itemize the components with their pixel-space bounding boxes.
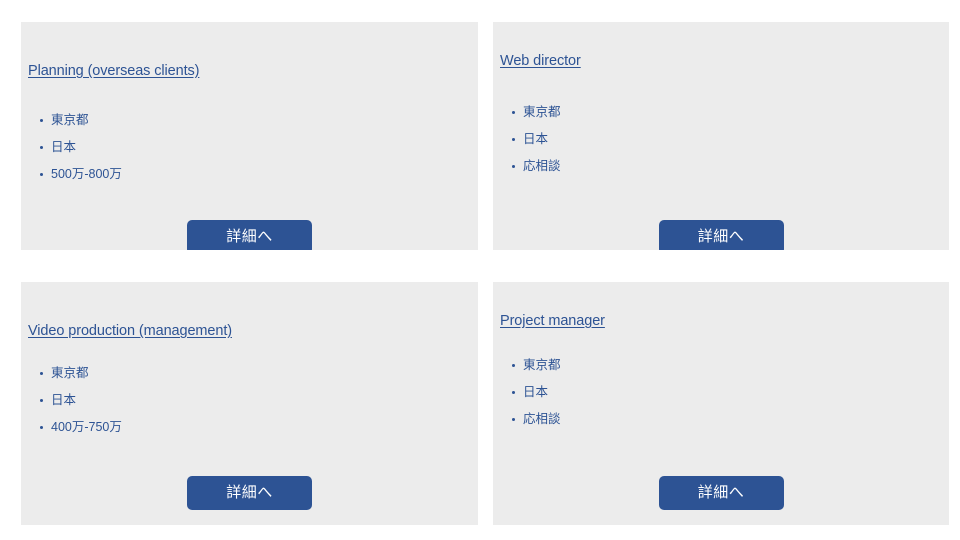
job-card-actions: 詳細へ xyxy=(21,220,478,250)
job-title-link[interactable]: Project manager xyxy=(500,313,605,331)
bullet-icon xyxy=(512,138,515,141)
list-item: 東京都 xyxy=(493,105,949,120)
bullet-icon xyxy=(512,364,515,367)
bullet-icon xyxy=(40,399,43,402)
list-item: 東京都 xyxy=(21,113,478,128)
detail-button[interactable]: 詳細へ xyxy=(658,220,784,250)
detail-button[interactable]: 詳細へ xyxy=(187,220,312,250)
list-item: 日本 xyxy=(493,132,949,147)
job-title-link[interactable]: Web director xyxy=(500,53,581,71)
bullet-icon xyxy=(512,111,515,114)
job-card-actions: 詳細へ xyxy=(493,476,949,510)
bullet-icon xyxy=(40,426,43,429)
list-item: 応相談 xyxy=(493,159,949,174)
job-card: Video production (management) 東京都 日本 400… xyxy=(21,282,478,525)
job-meta-list: 東京都 日本 500万-800万 xyxy=(21,113,478,182)
list-item: 日本 xyxy=(493,385,949,400)
job-card-actions: 詳細へ xyxy=(21,476,478,510)
job-meta-location: 東京都 xyxy=(51,113,89,127)
job-meta-salary: 500万-800万 xyxy=(51,167,122,181)
job-meta-salary: 応相談 xyxy=(523,412,561,426)
job-meta-salary: 400万-750万 xyxy=(51,420,122,434)
bullet-icon xyxy=(40,173,43,176)
job-meta-list: 東京都 日本 応相談 xyxy=(493,105,949,174)
job-meta-country: 日本 xyxy=(51,140,77,154)
job-meta-country: 日本 xyxy=(523,385,549,399)
job-card: Planning (overseas clients) 東京都 日本 500万-… xyxy=(21,22,478,250)
bullet-icon xyxy=(40,119,43,122)
job-meta-location: 東京都 xyxy=(523,358,561,372)
detail-button[interactable]: 詳細へ xyxy=(187,476,312,510)
list-item: 応相談 xyxy=(493,412,949,427)
job-card: Web director 東京都 日本 応相談 詳細へ xyxy=(493,22,949,250)
bullet-icon xyxy=(40,146,43,149)
job-meta-list: 東京都 日本 応相談 xyxy=(493,358,949,427)
list-item: 日本 xyxy=(21,393,478,408)
list-item: 東京都 xyxy=(21,366,478,381)
bullet-icon xyxy=(40,372,43,375)
detail-button[interactable]: 詳細へ xyxy=(658,476,784,510)
job-meta-country: 日本 xyxy=(51,393,77,407)
list-item: 400万-750万 xyxy=(21,420,478,435)
job-meta-location: 東京都 xyxy=(523,105,561,119)
job-listing-grid: Planning (overseas clients) 東京都 日本 500万-… xyxy=(0,0,960,540)
bullet-icon xyxy=(512,418,515,421)
job-card: Project manager 東京都 日本 応相談 詳細へ xyxy=(493,282,949,525)
list-item: 日本 xyxy=(21,140,478,155)
job-meta-list: 東京都 日本 400万-750万 xyxy=(21,366,478,435)
list-item: 500万-800万 xyxy=(21,167,478,182)
job-meta-location: 東京都 xyxy=(51,366,89,380)
job-meta-salary: 応相談 xyxy=(523,159,561,173)
job-title-link[interactable]: Planning (overseas clients) xyxy=(28,63,199,81)
list-item: 東京都 xyxy=(493,358,949,373)
job-title-link[interactable]: Video production (management) xyxy=(28,323,232,341)
bullet-icon xyxy=(512,391,515,394)
job-meta-country: 日本 xyxy=(523,132,549,146)
job-card-actions: 詳細へ xyxy=(493,220,949,250)
bullet-icon xyxy=(512,165,515,168)
